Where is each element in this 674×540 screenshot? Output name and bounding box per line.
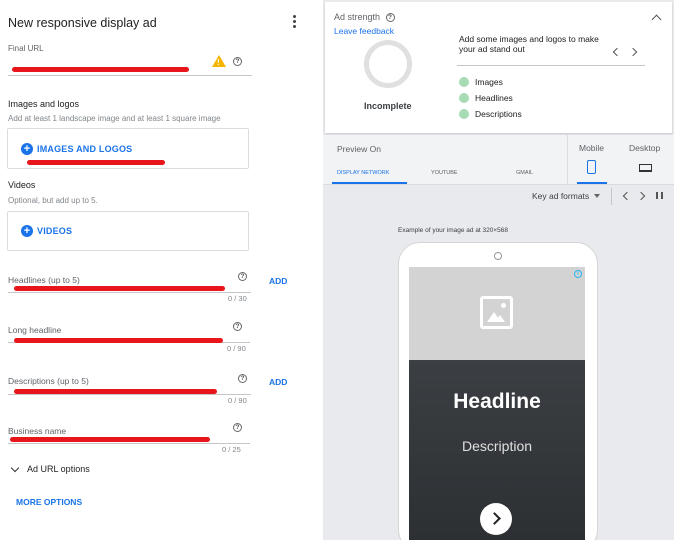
redaction-mark [14,338,223,343]
ad-strength-heading: Ad strength ? [334,12,395,23]
checklist-item: Descriptions [459,109,522,119]
add-headline-button[interactable]: ADD [269,276,287,286]
add-images-button[interactable]: + IMAGES AND LOGOS [21,143,132,155]
checklist-item: Headlines [459,93,513,103]
next-tip-icon[interactable] [628,47,638,57]
next-format-icon[interactable] [636,191,646,201]
redaction-mark [14,286,225,291]
images-heading: Images and logos [8,99,80,109]
business-name-field[interactable] [8,443,250,444]
ad-url-options-toggle[interactable]: Ad URL options [10,463,90,474]
strength-gauge [364,40,412,88]
chevron-down-icon [10,463,20,472]
description-field[interactable] [8,394,251,395]
tab-youtube[interactable]: YOUTUBE [431,170,458,176]
tab-display-network[interactable]: DISPLAY NETWORK [337,170,389,176]
smartphone-icon[interactable] [587,160,596,174]
redaction-mark [10,437,210,442]
videos-heading: Videos [8,180,36,190]
checklist-label: Headlines [475,93,513,103]
long-headline-label: Long headline [8,325,62,335]
images-subtext: Add at least 1 landscape image and at le… [8,114,221,123]
toolbar-divider [611,188,612,205]
redaction-mark [14,389,217,394]
preview-caption: Example of your image ad at 320×568 [398,227,509,234]
tab-mobile[interactable]: Mobile [579,143,604,153]
active-device-indicator [577,182,607,184]
add-videos-label: VIDEOS [37,226,73,236]
ad-formats-label: Key ad formats [532,191,590,201]
images-box: + IMAGES AND LOGOS [7,128,249,169]
ad-editor-panel: New responsive display ad Final URL ! ? … [0,0,320,540]
strength-status: Incomplete [364,101,412,111]
help-icon[interactable]: ? [233,423,242,432]
ad-text-area: Headline Description [409,360,585,540]
add-circle-icon: + [21,143,33,155]
ad-strength-title: Ad strength [334,12,381,22]
tab-desktop[interactable]: Desktop [629,143,660,153]
checklist-label: Images [475,77,503,87]
preview-on-label: Preview On [337,144,381,154]
headline-field[interactable] [8,292,251,293]
headline-char-count: 0 / 30 [228,294,247,303]
status-dot-icon [459,109,469,119]
redaction-mark [27,160,165,165]
checklist-label: Descriptions [475,109,522,119]
tab-divider [567,135,568,185]
business-name-char-count: 0 / 25 [222,445,241,454]
tip-divider [457,65,645,66]
ad-url-options-label: Ad URL options [27,464,90,474]
help-icon[interactable]: ? [238,374,247,383]
more-vert-icon[interactable] [289,14,299,30]
add-videos-button[interactable]: + VIDEOS [21,225,72,237]
pause-icon[interactable] [656,192,663,199]
adchoices-icon[interactable]: i [574,270,582,278]
redacted-final-url [12,67,189,72]
preview-toolbar: Key ad formats [323,186,674,206]
help-icon[interactable]: ? [233,322,242,331]
active-tab-indicator [332,182,407,184]
business-name-label: Business name [8,426,67,436]
desktop-icon[interactable] [639,164,652,172]
strength-tip: Add some images and logos to make your a… [459,34,599,54]
add-circle-icon: + [21,225,33,237]
leave-feedback-link[interactable]: Leave feedback [334,26,394,36]
chevron-up-icon[interactable] [651,14,662,25]
tab-gmail[interactable]: GMAIL [516,170,533,176]
status-dot-icon [459,77,469,87]
checklist-item: Images [459,77,503,87]
preview-tabs: Preview On DISPLAY NETWORK YOUTUBE GMAIL… [323,135,674,185]
preview-panel: Ad strength ? Leave feedback Incomplete … [323,0,674,540]
ad-image-placeholder: i [409,267,585,360]
help-icon[interactable]: ? [233,57,242,66]
description-char-count: 0 / 90 [228,396,247,405]
add-description-button[interactable]: ADD [269,377,287,387]
descriptions-label: Descriptions (up to 5) [8,376,89,386]
ad-description: Description [461,438,533,454]
phone-frame: i Headline Description [398,242,598,540]
help-icon[interactable]: ? [385,13,395,22]
previous-tip-icon[interactable] [612,47,622,57]
videos-box: + VIDEOS [7,211,249,251]
headlines-label: Headlines (up to 5) [8,275,80,285]
help-icon[interactable]: ? [238,272,247,281]
final-url-label: Final URL [8,44,44,53]
chevron-right-icon [488,512,501,525]
status-dot-icon [459,93,469,103]
ad-headline: Headline [453,390,541,413]
final-url-field[interactable] [8,75,252,76]
image-icon [480,296,513,329]
more-options-button[interactable]: MORE OPTIONS [16,497,82,507]
add-images-label: IMAGES AND LOGOS [37,144,133,154]
ad-strength-card: Ad strength ? Leave feedback Incomplete … [325,2,672,133]
phone-speaker [494,252,502,260]
ad-formats-dropdown[interactable]: Key ad formats [532,191,601,201]
videos-subtext: Optional, but add up to 5. [8,196,98,205]
warning-icon: ! [212,55,226,67]
caret-down-icon [594,194,601,198]
panel-title: New responsive display ad [8,16,157,30]
long-headline-char-count: 0 / 90 [227,344,246,353]
cta-button[interactable] [480,503,512,535]
previous-format-icon[interactable] [622,191,632,201]
